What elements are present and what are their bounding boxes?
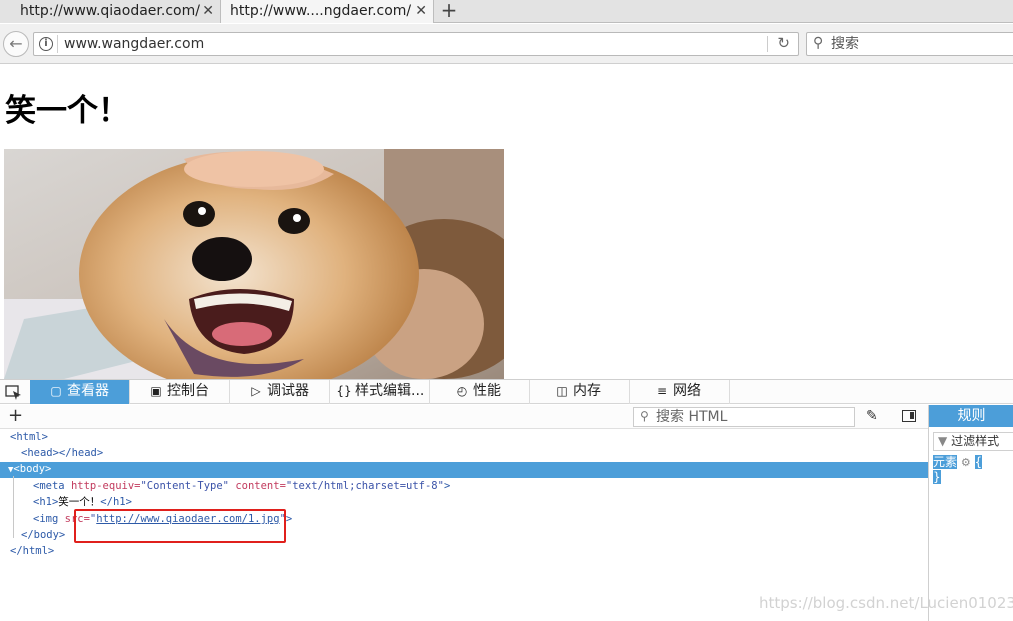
markup-line[interactable]: <meta http-equiv="Content-Type" content=… (0, 479, 928, 495)
back-button[interactable]: ← (3, 31, 29, 57)
search-icon: ⚲ (813, 35, 824, 51)
page-content: 笑一个！ (0, 65, 1013, 379)
tab-title: http://www....ngdaer.com/ (230, 3, 412, 19)
rules-sidebar: 规则 ▼ 过滤样式 元素 ⚙ { } (928, 405, 1013, 621)
element-picker-icon[interactable] (4, 383, 24, 401)
search-icon: ⚲ (640, 409, 649, 423)
browser-tab-wangdaer[interactable]: http://www....ngdaer.com/ ✕ (221, 0, 434, 23)
markup-line-selected[interactable]: ▼<body> (0, 462, 928, 478)
page-heading: 笑一个！ (5, 93, 129, 129)
address-bar[interactable]: i www.wangdaer.com ↻ (33, 32, 799, 56)
inspector-icon: ▢ (50, 384, 62, 398)
tab-strip: http://www.qiaodaer.com/ ✕ http://www...… (0, 0, 1013, 23)
gear-icon[interactable]: ⚙ (961, 456, 971, 469)
markup-line[interactable]: </html> (0, 544, 928, 560)
html-search-placeholder: 搜索 HTML (656, 409, 728, 425)
tab-debugger[interactable]: ▷ 调试器 (230, 380, 330, 404)
tab-network[interactable]: ≡ 网络 (630, 380, 730, 404)
dog-image (4, 149, 504, 379)
html-search-input[interactable]: ⚲ 搜索 HTML (633, 407, 855, 427)
memory-icon: ◫ (556, 384, 568, 398)
markup-line[interactable]: <html> (0, 430, 928, 446)
tab-style-editor[interactable]: {} 样式编辑... (330, 380, 430, 404)
eyedropper-icon[interactable]: ✎ (866, 408, 878, 424)
tree-guide-line (13, 476, 14, 538)
performance-icon: ◴ (456, 384, 468, 398)
tab-console[interactable]: ▣ 控制台 (130, 380, 230, 404)
divider (57, 35, 58, 53)
filter-styles-input[interactable]: ▼ 过滤样式 (933, 432, 1013, 451)
markup-line[interactable]: <head></head> (0, 446, 928, 462)
tab-title: http://www.qiaodaer.com/ (20, 3, 200, 19)
url-text[interactable]: www.wangdaer.com (64, 35, 204, 53)
console-icon: ▣ (150, 384, 162, 398)
toggle-sidebar-icon[interactable] (902, 410, 916, 422)
tab-rules[interactable]: 规则 (929, 405, 1013, 427)
reload-icon[interactable]: ↻ (777, 34, 790, 52)
tab-performance[interactable]: ◴ 性能 (430, 380, 530, 404)
info-icon[interactable]: i (39, 37, 53, 51)
style-editor-icon: {} (336, 384, 352, 398)
search-placeholder: 搜索 (831, 36, 859, 52)
highlight-annotation-box (74, 509, 286, 543)
back-arrow-icon: ← (9, 34, 23, 53)
browser-tab-qiaodaer[interactable]: http://www.qiaodaer.com/ ✕ (0, 0, 221, 23)
tab-inspector[interactable]: ▢ 查看器 (30, 380, 130, 404)
filter-icon: ▼ (938, 434, 948, 448)
new-tab-button[interactable]: + (437, 0, 461, 21)
divider (767, 36, 768, 52)
close-tab-icon[interactable]: ✕ (415, 0, 427, 22)
watermark: https://blog.csdn.net/Lucien010230 (759, 594, 1013, 612)
debugger-icon: ▷ (251, 384, 261, 398)
add-node-button[interactable]: + (8, 405, 23, 427)
close-tab-icon[interactable]: ✕ (202, 0, 214, 22)
element-rule[interactable]: 元素 ⚙ { } (933, 455, 983, 484)
search-input[interactable]: ⚲ 搜索 (806, 32, 1013, 56)
devtools-toolbar: ▢ 查看器 ▣ 控制台 ▷ 调试器 {} 样式编辑... ◴ 性能 ◫ 内存 ≡ 网络 (0, 379, 1013, 404)
navigation-toolbar: ← i www.wangdaer.com ↻ ⚲ 搜索 (0, 24, 1013, 64)
inspector-toolbar: + ⚲ 搜索 HTML ✎ (0, 405, 928, 429)
network-icon: ≡ (656, 384, 668, 398)
tab-memory[interactable]: ◫ 内存 (530, 380, 630, 404)
shiba-photo (4, 149, 504, 379)
